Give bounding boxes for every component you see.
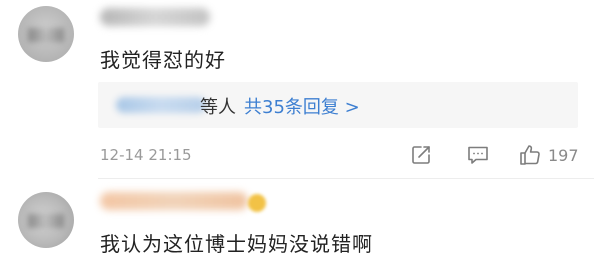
thumbs-up-icon — [520, 145, 540, 165]
reply-summary-box[interactable]: 等人 共35条回复 > — [98, 82, 578, 128]
like-button[interactable]: 197 — [518, 142, 579, 168]
share-box-arrow-icon — [412, 146, 430, 164]
avatar[interactable] — [18, 192, 74, 248]
view-replies-link[interactable]: 共35条回复 > — [244, 97, 360, 118]
reply-usernames-blurred[interactable] — [116, 97, 206, 113]
comment-item: 我觉得怼的好 等人 共35条回复 > 12-14 21:15 197 — [0, 0, 594, 178]
comment-bubble-icon — [468, 146, 488, 164]
username-blurred[interactable] — [100, 8, 210, 26]
avatar[interactable] — [18, 6, 74, 62]
emoji-badge-blurred — [248, 194, 266, 212]
like-count: 197 — [548, 145, 579, 165]
comment-item: 我认为这位博士妈妈没说错啊 — [0, 178, 594, 262]
timestamp: 12-14 21:15 — [100, 146, 192, 164]
username-blurred[interactable] — [100, 192, 248, 210]
comment-meta-bar: 12-14 21:15 197 — [0, 140, 594, 170]
share-button[interactable] — [410, 142, 432, 168]
reply-summary-text: 等人 共35条回复 > — [200, 93, 360, 119]
comment-text: 我觉得怼的好 — [100, 48, 226, 72]
comment-text: 我认为这位博士妈妈没说错啊 — [100, 232, 373, 256]
reply-summary-suffix: 等人 — [200, 97, 236, 118]
reply-button[interactable] — [466, 142, 490, 168]
